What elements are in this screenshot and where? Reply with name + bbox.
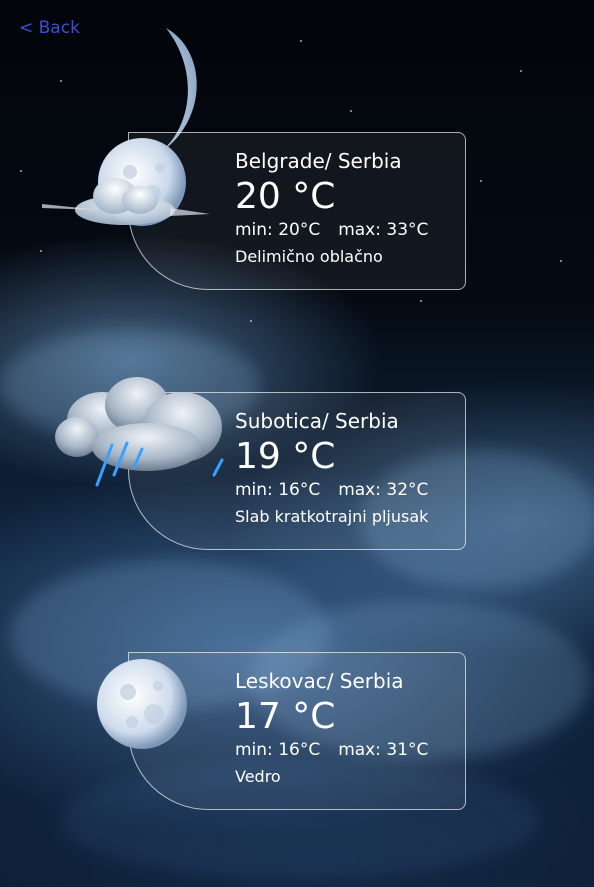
min-max-temperature: min: 16°C max: 32°C: [235, 479, 428, 501]
city-name: Leskovac/ Serbia: [235, 669, 404, 693]
back-link[interactable]: < Back: [19, 18, 80, 38]
current-temperature: 19 °C: [235, 436, 336, 477]
max-temperature: max: 31°C: [338, 740, 429, 760]
min-temperature: min: 16°C: [235, 740, 321, 760]
moon-partly-cloudy-icon: [42, 138, 210, 226]
min-temperature: min: 16°C: [235, 480, 321, 500]
city-name: Belgrade/ Serbia: [235, 149, 402, 173]
max-temperature: max: 32°C: [338, 480, 429, 500]
full-moon-icon: [97, 659, 187, 749]
min-temperature: min: 20°C: [235, 220, 321, 240]
weather-description: Vedro: [235, 767, 281, 786]
min-max-temperature: min: 16°C max: 31°C: [235, 739, 428, 761]
max-temperature: max: 33°C: [338, 220, 429, 240]
weather-description: Slab kratkotrajni pljusak: [235, 507, 429, 526]
current-temperature: 17 °C: [235, 696, 336, 737]
current-temperature: 20 °C: [235, 176, 336, 217]
min-max-temperature: min: 20°C max: 33°C: [235, 219, 428, 241]
weather-description: Delimično oblačno: [235, 247, 383, 266]
rain-cloud-icon: [55, 377, 224, 487]
city-name: Subotica/ Serbia: [235, 409, 399, 433]
